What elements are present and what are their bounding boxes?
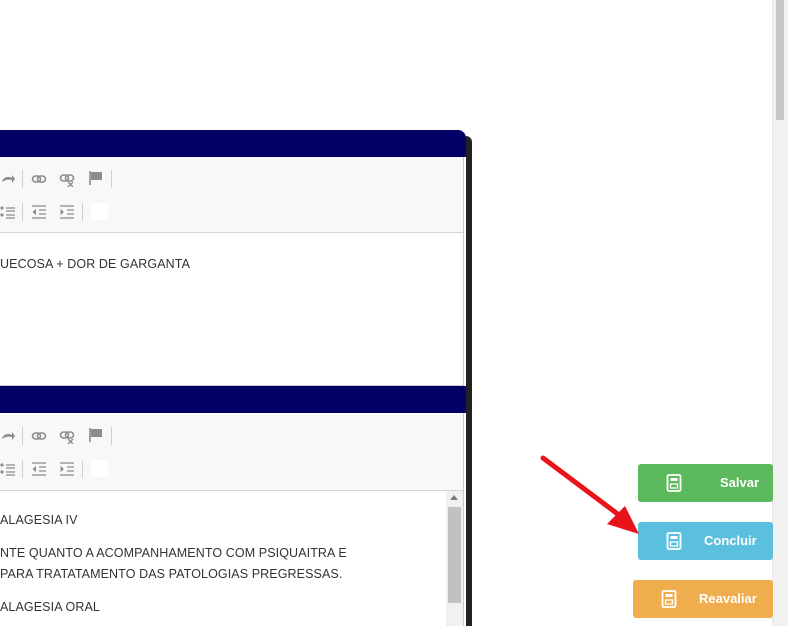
toolbar-separator [22, 170, 23, 188]
link-icon[interactable] [31, 428, 47, 444]
reavaliar-button[interactable]: Reavaliar [633, 580, 773, 618]
concluir-button[interactable]: Concluir [638, 522, 773, 560]
bullet-list-icon[interactable] [0, 461, 16, 477]
editor-2-text-line: ALAGESIA IV [0, 513, 78, 527]
editor-2-text-line: NTE QUANTO A ACOMPANHAMENTO COM PSIQUAIT… [0, 546, 347, 560]
toolbar-separator [22, 203, 23, 221]
indent-icon[interactable] [59, 461, 75, 477]
unlink-icon[interactable] [59, 171, 75, 187]
panel-shadow-1 [466, 136, 472, 386]
page-scrollbar-thumb[interactable] [776, 0, 784, 120]
redo-icon[interactable] [0, 171, 16, 187]
toolbar-separator [111, 170, 112, 188]
outdent-icon[interactable] [31, 461, 47, 477]
toolbar-color-button[interactable] [91, 203, 108, 220]
flag-icon[interactable] [88, 427, 104, 443]
editor-2-scrollbar[interactable] [446, 491, 463, 626]
editor-1-text-line: UECOSA + DOR DE GARGANTA [0, 257, 191, 271]
rich-text-editor-1[interactable]: UECOSA + DOR DE GARGANTA [0, 157, 464, 386]
unlink-icon[interactable] [59, 428, 75, 444]
toolbar-color-button[interactable] [91, 460, 108, 477]
panel-header-1 [0, 130, 466, 157]
toolbar-separator [22, 427, 23, 445]
save-icon [661, 590, 677, 608]
bullet-list-icon[interactable] [0, 204, 16, 220]
salvar-label: Salvar [720, 475, 760, 490]
indent-icon[interactable] [59, 204, 75, 220]
editor-toolbar-2 [0, 414, 463, 491]
editor-2-scrollbar-thumb[interactable] [448, 507, 461, 603]
editor-toolbar-1 [0, 157, 463, 233]
toolbar-separator [22, 460, 23, 478]
toolbar-separator [111, 427, 112, 445]
editor-2-text-line: PARA TRATATAMENTO DAS PATOLOGIAS PREGRES… [0, 567, 343, 581]
panel-shadow-2 [466, 386, 472, 626]
page-scrollbar[interactable] [772, 0, 788, 626]
red-arrow-icon [540, 455, 639, 534]
toolbar-separator [82, 203, 83, 221]
toolbar-separator [82, 460, 83, 478]
editor-2-text-line: ALAGESIA ORAL [0, 600, 100, 614]
outdent-icon[interactable] [31, 204, 47, 220]
flag-icon[interactable] [88, 170, 104, 186]
scroll-up-arrow-icon[interactable] [450, 495, 458, 500]
rich-text-editor-2[interactable]: ALAGESIA IV NTE QUANTO A ACOMPANHAMENTO … [0, 413, 464, 626]
save-icon [666, 474, 682, 492]
save-icon [666, 532, 682, 550]
panel-header-2 [0, 386, 466, 413]
concluir-label: Concluir [704, 533, 757, 548]
reavaliar-label: Reavaliar [699, 591, 757, 606]
link-icon[interactable] [31, 171, 47, 187]
salvar-button[interactable]: Salvar [638, 464, 773, 502]
redo-icon[interactable] [0, 428, 16, 444]
